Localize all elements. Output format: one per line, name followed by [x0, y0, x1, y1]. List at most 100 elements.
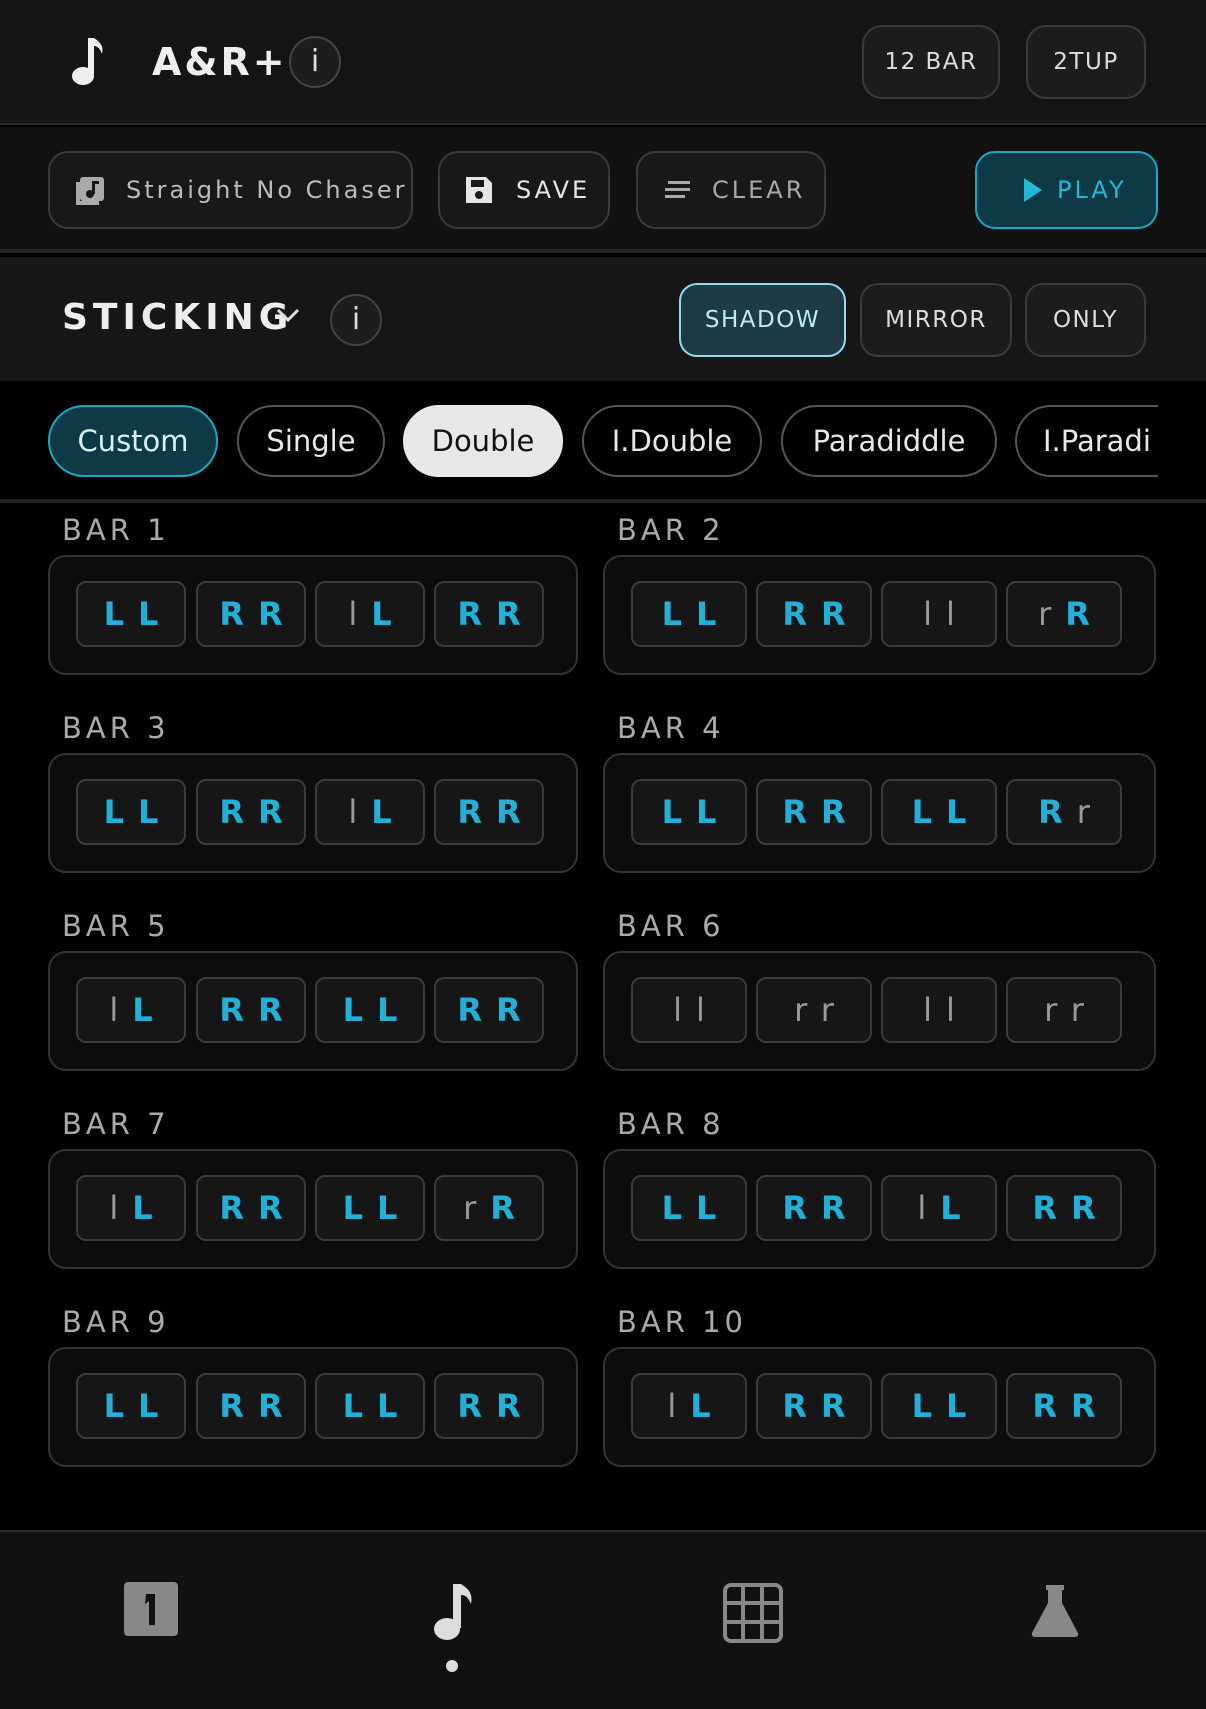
beat-cell[interactable]: lL: [315, 581, 425, 647]
beat-cell[interactable]: LL: [631, 1175, 747, 1241]
bar-6: BAR 6 ll rr ll rr: [603, 843, 1156, 1071]
song-file-icon: [76, 177, 104, 205]
mode-only-button[interactable]: ONLY: [1025, 283, 1146, 357]
grid-icon[interactable]: [723, 1583, 783, 1643]
bar-4: BAR 4 LL RR LL Rr: [603, 645, 1156, 873]
stroke-letter: l: [109, 991, 133, 1029]
stroke-letter: R: [219, 595, 258, 633]
beat-cell[interactable]: Rr: [1006, 779, 1122, 845]
beat-cell[interactable]: RR: [434, 1373, 544, 1439]
stroke-letter: L: [946, 793, 981, 831]
stroke-letter: l: [109, 1189, 133, 1227]
beat-cell[interactable]: RR: [434, 581, 544, 647]
pattern-chip-custom[interactable]: Custom: [48, 405, 218, 477]
beat-cell[interactable]: RR: [756, 581, 872, 647]
stroke-letter: R: [219, 1189, 258, 1227]
beat-cell[interactable]: ll: [881, 581, 997, 647]
bar-label: BAR 6: [617, 909, 725, 943]
beat-cell[interactable]: RR: [756, 1373, 872, 1439]
beat-cell[interactable]: RR: [196, 581, 306, 647]
beat-cell[interactable]: LL: [881, 1373, 997, 1439]
beat-cell[interactable]: lL: [76, 977, 186, 1043]
stroke-letter: R: [1032, 1387, 1071, 1425]
beat-cell[interactable]: lL: [881, 1175, 997, 1241]
bar-10: BAR 10 lL RR LL RR: [603, 1239, 1156, 1467]
beat-cell[interactable]: RR: [756, 1175, 872, 1241]
beat-cell[interactable]: lL: [315, 779, 425, 845]
beat-cell[interactable]: RR: [196, 977, 306, 1043]
mode-mirror-button[interactable]: MIRROR: [860, 283, 1012, 357]
beat-cell[interactable]: lL: [631, 1373, 747, 1439]
beat-cell[interactable]: rR: [1006, 581, 1122, 647]
stroke-letter: L: [661, 595, 696, 633]
song-selector-button[interactable]: Straight No Chaser: [48, 151, 413, 229]
beat-cell[interactable]: LL: [315, 1373, 425, 1439]
sticking-info-button[interactable]: i: [330, 294, 382, 346]
stroke-letter: R: [1071, 1387, 1110, 1425]
stroke-letter: L: [696, 1189, 731, 1227]
beat-cell[interactable]: RR: [1006, 1373, 1122, 1439]
stroke-letter: R: [219, 1387, 258, 1425]
beat-cell[interactable]: lL: [76, 1175, 186, 1241]
stroke-letter: l: [923, 991, 946, 1029]
bar-label: BAR 2: [617, 513, 725, 547]
play-icon: [1024, 178, 1042, 202]
beat-cell[interactable]: rR: [434, 1175, 544, 1241]
beat-cell[interactable]: RR: [196, 1373, 306, 1439]
app-info-button[interactable]: i: [289, 36, 341, 88]
bottom-nav: [0, 1530, 1206, 1709]
header: A&R+ i 12 BAR 2TUP: [0, 0, 1206, 125]
stroke-letter: R: [782, 793, 821, 831]
stroke-letter: R: [496, 793, 535, 831]
pattern-chip-inverted-paradiddle[interactable]: I.Paradi: [1015, 405, 1158, 477]
stroke-letter: R: [219, 991, 258, 1029]
save-button[interactable]: SAVE: [438, 151, 610, 229]
beat-cell[interactable]: LL: [315, 977, 425, 1043]
beat-cell[interactable]: LL: [315, 1175, 425, 1241]
play-button[interactable]: PLAY: [975, 151, 1158, 229]
sticking-title[interactable]: STICKING: [62, 297, 293, 338]
beat-cell[interactable]: ll: [881, 977, 997, 1043]
beat-cell[interactable]: rr: [1006, 977, 1122, 1043]
app-title: A&R+: [152, 40, 288, 84]
beat-cell[interactable]: LL: [76, 779, 186, 845]
two-tup-button[interactable]: 2TUP: [1026, 25, 1146, 99]
mode-shadow-button[interactable]: SHADOW: [679, 283, 846, 357]
pattern-chip-scroller[interactable]: Custom Single Double I.Double Paradiddle…: [48, 405, 1158, 479]
beat-cell[interactable]: LL: [881, 779, 997, 845]
beat-cell[interactable]: RR: [434, 779, 544, 845]
stroke-letter: R: [258, 991, 297, 1029]
pattern-chip-single[interactable]: Single: [237, 405, 385, 477]
beat-cell[interactable]: LL: [76, 581, 186, 647]
beat-cell[interactable]: RR: [434, 977, 544, 1043]
counter-icon[interactable]: [124, 1582, 178, 1636]
beat-cell[interactable]: rr: [756, 977, 872, 1043]
beat-cell[interactable]: LL: [76, 1373, 186, 1439]
clear-button[interactable]: CLEAR: [636, 151, 826, 229]
save-icon: [466, 177, 492, 203]
stroke-letter: L: [690, 1387, 725, 1425]
twelve-bar-button[interactable]: 12 BAR: [862, 25, 1000, 99]
stroke-letter: L: [132, 991, 167, 1029]
stroke-letter: R: [496, 991, 535, 1029]
note-icon[interactable]: [433, 1584, 473, 1642]
beat-cell[interactable]: RR: [196, 779, 306, 845]
pattern-chip-paradiddle[interactable]: Paradiddle: [781, 405, 997, 477]
pattern-chip-double[interactable]: Double: [403, 405, 563, 477]
beat-cell[interactable]: LL: [631, 779, 747, 845]
bar-label: BAR 7: [62, 1107, 170, 1141]
pattern-chip-inverted-double[interactable]: I.Double: [582, 405, 762, 477]
bar-label: BAR 9: [62, 1305, 170, 1339]
bar-7: BAR 7 lL RR LL rR: [48, 1041, 578, 1269]
beat-cell[interactable]: RR: [196, 1175, 306, 1241]
beat-cell[interactable]: RR: [756, 779, 872, 845]
flask-icon[interactable]: [1030, 1585, 1080, 1637]
beat-cell[interactable]: LL: [631, 581, 747, 647]
beat-cell[interactable]: ll: [631, 977, 747, 1043]
bar-beats-box: lL RR LL RR: [603, 1347, 1156, 1467]
chevron-down-icon[interactable]: [276, 307, 300, 323]
stroke-letter: R: [219, 793, 258, 831]
stroke-letter: L: [103, 793, 138, 831]
beat-cell[interactable]: RR: [1006, 1175, 1122, 1241]
stroke-letter: l: [673, 991, 696, 1029]
